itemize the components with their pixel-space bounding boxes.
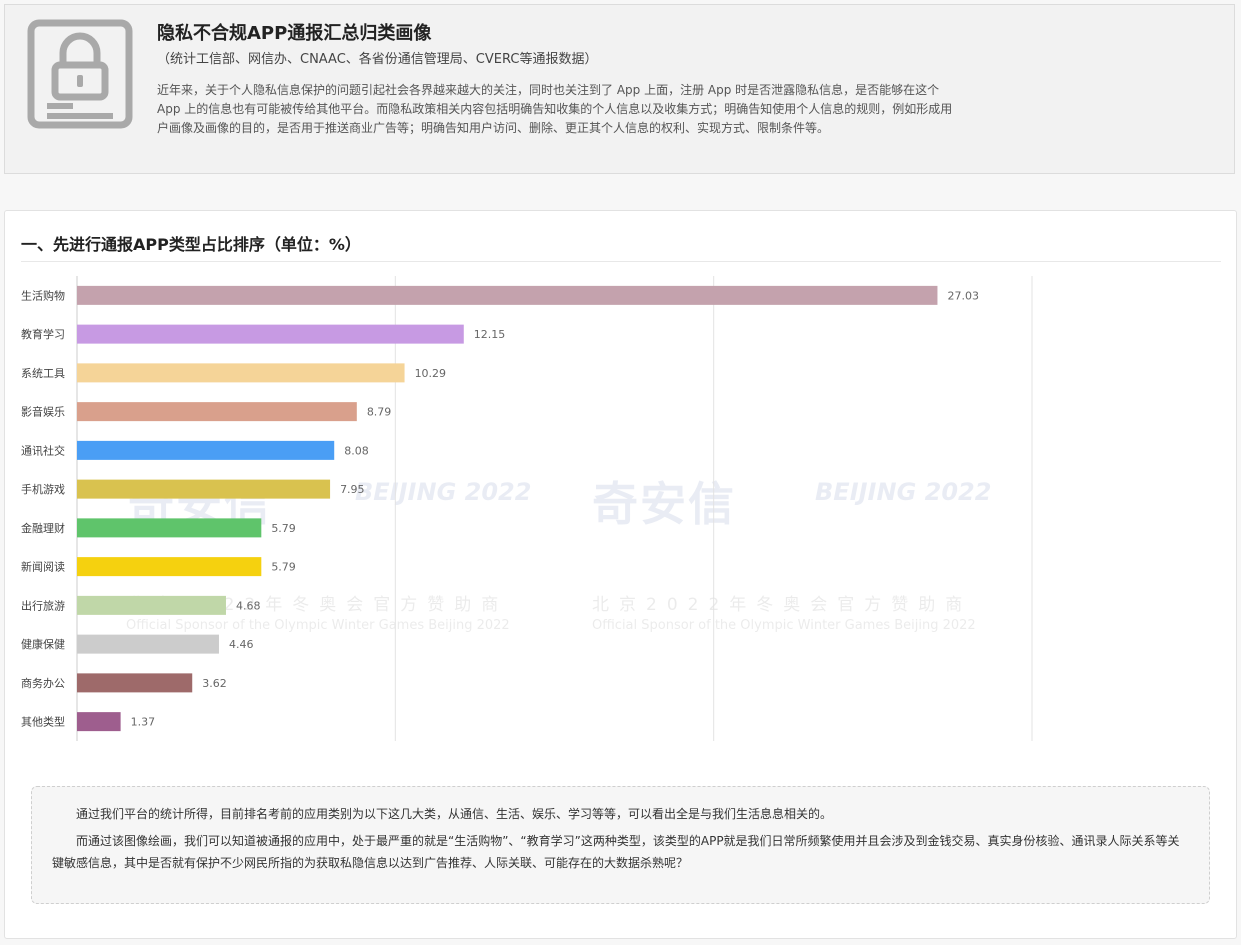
bar xyxy=(77,518,262,538)
value-label: 3.62 xyxy=(202,677,227,690)
value-label: 27.03 xyxy=(947,289,979,302)
category-label: 生活购物 xyxy=(21,288,65,302)
category-label: 新闻阅读 xyxy=(21,560,65,574)
value-label: 5.79 xyxy=(271,561,296,574)
bar xyxy=(77,634,219,654)
value-label: 4.46 xyxy=(229,638,254,651)
bar xyxy=(77,479,331,499)
bar xyxy=(77,440,335,460)
value-label: 7.95 xyxy=(340,483,365,496)
category-label: 教育学习 xyxy=(21,327,65,341)
category-label: 影音娱乐 xyxy=(21,405,65,419)
value-label: 8.08 xyxy=(344,444,369,457)
bar xyxy=(77,712,121,732)
summary-paragraph-1: 通过我们平台的统计所得，目前排名考前的应用类别为以下这几大类，从通信、生活、娱乐… xyxy=(76,807,833,821)
value-label: 5.79 xyxy=(271,522,296,535)
bar xyxy=(77,557,262,577)
summary-box: 通过我们平台的统计所得，目前排名考前的应用类别为以下这几大类，从通信、生活、娱乐… xyxy=(31,786,1210,904)
value-label: 10.29 xyxy=(415,367,447,380)
bar xyxy=(77,285,938,305)
category-label: 商务办公 xyxy=(21,676,65,690)
category-label: 金融理财 xyxy=(21,521,65,535)
category-label: 其他类型 xyxy=(21,715,65,729)
bar xyxy=(77,595,226,615)
category-label: 出行旅游 xyxy=(21,598,65,612)
value-label: 8.79 xyxy=(367,406,392,419)
value-label: 1.37 xyxy=(131,716,156,729)
value-label: 4.68 xyxy=(236,599,260,612)
summary-paragraph-2: 而通过该图像绘画，我们可以知道被通报的应用中，处于最严重的就是“生活购物”、“教… xyxy=(52,834,1180,870)
category-label: 系统工具 xyxy=(21,367,65,380)
bar xyxy=(77,324,464,344)
bar xyxy=(77,402,357,422)
category-label: 健康保健 xyxy=(21,637,65,651)
category-label: 通讯社交 xyxy=(21,443,65,457)
value-label: 12.15 xyxy=(474,328,506,341)
bar xyxy=(77,363,405,383)
bar xyxy=(77,673,193,693)
category-label: 手机游戏 xyxy=(21,482,65,496)
